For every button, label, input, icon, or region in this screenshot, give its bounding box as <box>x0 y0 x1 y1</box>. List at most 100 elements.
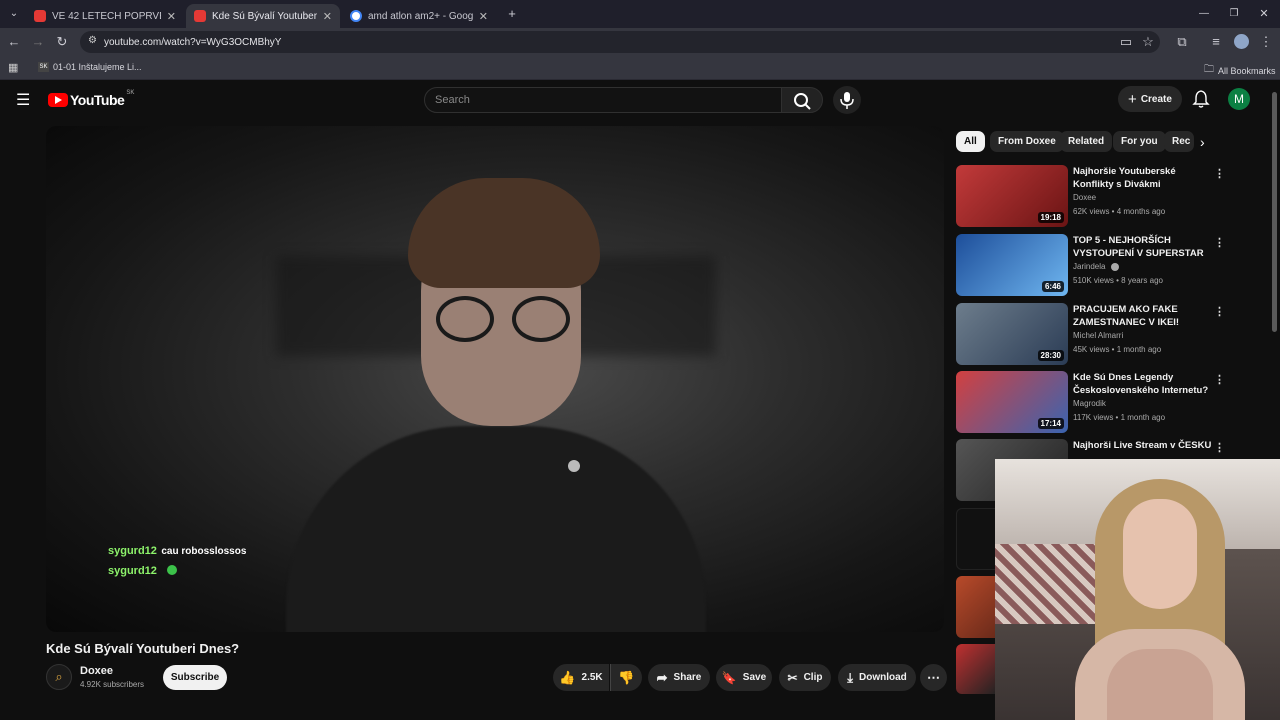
video-thumbnail[interactable] <box>956 644 996 694</box>
chip-recent[interactable]: Rec <box>1164 131 1194 152</box>
cast-icon[interactable]: ▭ <box>1116 28 1136 56</box>
more-vertical-icon[interactable]: ⋮ <box>1214 373 1225 386</box>
voice-search-button[interactable] <box>833 86 861 114</box>
browser-tab-3[interactable]: amd atlon am2+ - Google Sear ✕ <box>342 4 496 28</box>
channel-name[interactable]: Doxee <box>80 665 113 677</box>
close-tab-icon[interactable]: ✕ <box>323 10 332 23</box>
recommendation-channel[interactable]: Doxee <box>1073 193 1096 202</box>
youtube-header: ☰ YouTube SK Search + Create M <box>0 80 1280 120</box>
back-icon[interactable]: ← <box>4 28 24 56</box>
video-thumbnail[interactable]: 28:30 <box>956 303 1068 365</box>
all-bookmarks-label: All Bookmarks <box>1218 65 1276 76</box>
recommendation-item[interactable]: 17:14 Kde Sú Dnes Legendy Československé… <box>956 371 1226 435</box>
notifications-button[interactable] <box>1192 89 1210 114</box>
browser-menu-icon[interactable]: ⋮ <box>1256 28 1276 56</box>
video-thumbnail[interactable] <box>956 508 996 570</box>
recommendation-item[interactable]: 28:30 PRACUJEM AKO FAKE ZAMESTNANEC V IK… <box>956 303 1226 367</box>
folder-icon: 🗀 <box>1204 64 1214 75</box>
recommendation-channel[interactable]: Jarindela <box>1073 262 1119 271</box>
close-tab-icon[interactable]: ✕ <box>479 10 488 23</box>
chevron-right-icon[interactable]: › <box>1200 134 1205 150</box>
page-scrollbar[interactable] <box>1272 92 1277 332</box>
new-tab-icon[interactable]: + <box>502 0 522 28</box>
recommendation-title[interactable]: Kde Sú Dnes Legendy Československého Int… <box>1073 371 1213 397</box>
recommendation-title[interactable]: TOP 5 - NEJHORŠÍCH VYSTOUPENÍ V SUPERSTA… <box>1073 234 1213 260</box>
browser-tab-1[interactable]: VE 42 LETECH POPRVÉ V KUCH ✕ <box>26 4 184 28</box>
create-label: Create <box>1140 93 1172 105</box>
recommendation-channel[interactable]: Michel Almarri <box>1073 331 1123 340</box>
apps-grid-icon[interactable]: ▦ <box>8 61 18 74</box>
browser-tab-2[interactable]: Kde Sú Bývalí Youtuberi Dnes? ✕ <box>186 4 340 28</box>
recommendation-title[interactable]: Najhorši Live Stream v ČESKU <box>1073 439 1213 452</box>
video-player[interactable]: sygurd12 cau robosslossos sygurd12 <box>46 126 944 632</box>
download-icon: ⤓ <box>847 669 853 685</box>
pin-badge <box>568 460 580 472</box>
recommendation-item[interactable]: 6:46 TOP 5 - NEJHORŠÍCH VYSTOUPENÍ V SUP… <box>956 234 1226 298</box>
minimize-icon[interactable]: — <box>1194 0 1214 28</box>
recommendation-channel[interactable]: Magrodik <box>1073 399 1106 408</box>
glasses-left <box>436 296 494 342</box>
youtube-logo-text: YouTube <box>70 92 125 108</box>
subscribe-button[interactable]: Subscribe <box>163 665 227 690</box>
video-thumbnail[interactable]: 17:14 <box>956 371 1068 433</box>
bookmarks-bar: ▦ SK 01-01 Inštalujeme Li... 🗀 All Bookm… <box>0 56 1280 80</box>
download-button[interactable]: ⤓ Download <box>838 664 916 691</box>
reload-icon[interactable]: ↻ <box>52 28 72 56</box>
hamburger-menu-icon[interactable]: ☰ <box>16 90 30 110</box>
clip-button[interactable]: ✂ Clip <box>779 664 831 691</box>
site-info-icon[interactable]: ⚙ <box>88 35 97 46</box>
all-bookmarks-button[interactable]: 🗀 All Bookmarks <box>1204 62 1276 79</box>
more-vertical-icon[interactable]: ⋮ <box>1214 441 1225 454</box>
url-bar[interactable]: ⚙ youtube.com/watch?v=WyG3OCMBhyY <box>80 31 1160 53</box>
chip-all[interactable]: All <box>956 131 985 152</box>
create-button[interactable]: + Create <box>1118 86 1182 112</box>
dislike-button[interactable]: 👎 <box>610 664 642 691</box>
search-button[interactable] <box>781 87 823 113</box>
like-button[interactable]: 👍 2.5K <box>553 664 609 691</box>
account-avatar[interactable]: M <box>1228 88 1250 110</box>
video-duration: 17:14 <box>1037 418 1064 429</box>
extensions-icon[interactable]: ⧉ <box>1172 28 1192 56</box>
profile-avatar[interactable] <box>1234 34 1249 49</box>
youtube-logo[interactable]: YouTube SK <box>48 90 134 108</box>
chip-related[interactable]: Related <box>1060 131 1113 152</box>
channel-avatar[interactable]: ⌕ <box>46 664 72 690</box>
media-icon[interactable]: ≡ <box>1206 28 1226 56</box>
forward-icon[interactable]: → <box>28 28 48 56</box>
more-actions-button[interactable]: ⋯ <box>920 664 947 691</box>
tab-label: Kde Sú Bývalí Youtuberi Dnes? <box>212 10 317 22</box>
google-favicon-icon <box>350 10 362 22</box>
more-vertical-icon[interactable]: ⋮ <box>1214 305 1225 318</box>
recommendation-title[interactable]: PRACUJEM AKO FAKE ZAMESTNANEC V IKEI! <box>1073 303 1213 329</box>
bookmark-star-icon[interactable]: ☆ <box>1138 28 1158 56</box>
share-label: Share <box>673 672 702 683</box>
restore-icon[interactable]: ❐ <box>1224 0 1244 28</box>
recommendation-meta: 510K views • 8 years ago <box>1073 276 1163 285</box>
video-thumbnail[interactable]: 19:18 <box>956 165 1068 227</box>
glasses-right <box>512 296 570 342</box>
share-arrow-icon: ➦ <box>656 669 668 685</box>
more-vertical-icon[interactable]: ⋮ <box>1214 167 1225 180</box>
more-vertical-icon[interactable]: ⋮ <box>1214 236 1225 249</box>
video-thumbnail[interactable] <box>956 576 996 638</box>
close-tab-icon[interactable]: ✕ <box>167 10 176 23</box>
tab-search-icon[interactable]: ⌄ <box>4 0 24 28</box>
video-duration: 6:46 <box>1041 281 1064 292</box>
bell-icon <box>1192 90 1210 108</box>
chip-from-doxee[interactable]: From Doxee <box>990 131 1064 152</box>
share-button[interactable]: ➦ Share <box>648 664 710 691</box>
video-thumbnail[interactable]: 6:46 <box>956 234 1068 296</box>
chat-username: sygurd12 <box>108 545 157 557</box>
thumbs-down-icon: 👎 <box>618 669 635 685</box>
browser-toolbar: ← → ↻ ⚙ youtube.com/watch?v=WyG3OCMBhyY … <box>0 28 1280 56</box>
recommendation-title[interactable]: Najhoršie Youtuberské Konflikty s Divákm… <box>1073 165 1213 191</box>
video-duration: 19:18 <box>1037 212 1064 223</box>
close-window-icon[interactable]: ✕ <box>1254 0 1274 28</box>
bookmark-item[interactable]: SK 01-01 Inštalujeme Li... <box>38 62 142 72</box>
tab-label: VE 42 LETECH POPRVÉ V KUCH <box>52 10 161 22</box>
recommendation-item[interactable]: 19:18 Najhoršie Youtuberské Konflikty s … <box>956 165 1226 229</box>
microphone-icon <box>840 92 854 109</box>
search-input[interactable]: Search <box>424 87 782 113</box>
chip-for-you[interactable]: For you <box>1113 131 1166 152</box>
save-button[interactable]: 🔖 Save <box>716 664 772 691</box>
